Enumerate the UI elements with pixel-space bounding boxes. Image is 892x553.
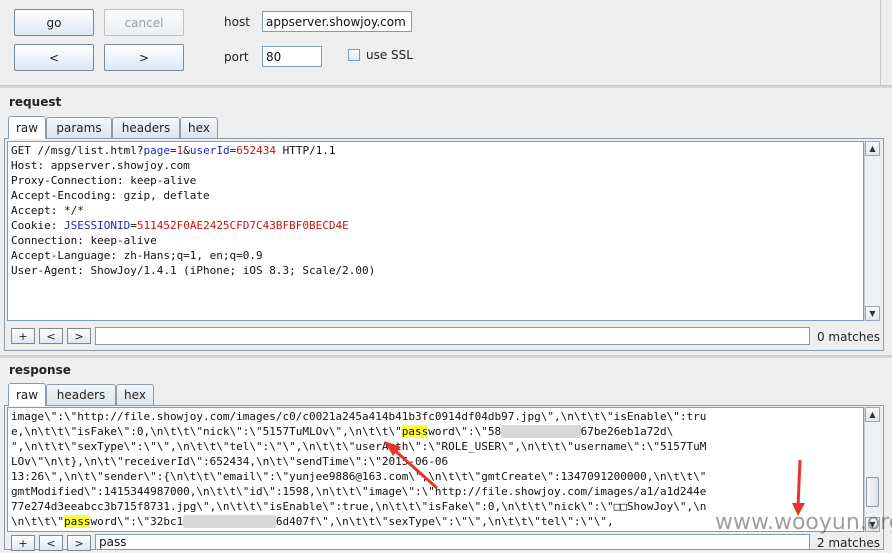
search-highlight: pass bbox=[63, 515, 91, 528]
cancel-button[interactable]: cancel bbox=[104, 9, 184, 36]
redacted-text: f08e77ab12c90d bbox=[183, 515, 276, 528]
request-text-segment: userId bbox=[189, 144, 230, 157]
request-text-segment: 511452F0AE2425CFD7C43BFBF0BECD4E bbox=[136, 219, 349, 232]
request-line: Accept-Encoding: gzip, deflate bbox=[11, 188, 860, 203]
request-text-segment: Accept-Language: zh-Hans;q=1, en;q=0.9 bbox=[11, 249, 263, 262]
request-text-segment: Accept: */* bbox=[11, 204, 84, 217]
request-text-segment: Connection: keep-alive bbox=[11, 234, 157, 247]
request-line: Connection: keep-alive bbox=[11, 233, 860, 248]
request-raw-text[interactable]: GET //msg/list.html?page=1&userId=652434… bbox=[7, 141, 864, 321]
response-text-segment: 6d407f\",\n\t\t\"sexType\":\"\",\n\t\t\"… bbox=[275, 515, 614, 528]
response-text-segment: word\":\"58 bbox=[428, 425, 502, 438]
scroll-up-arrow-icon[interactable]: ▲ bbox=[865, 407, 880, 422]
response-search-add-button[interactable]: + bbox=[11, 535, 35, 551]
response-text-segment: image\":\"http://file.showjoy.com/images… bbox=[11, 410, 707, 423]
request-text-segment: Host: appserver.showjoy.com bbox=[11, 159, 190, 172]
use-ssl-checkbox[interactable] bbox=[348, 49, 360, 61]
response-text-segment: gmtModified\":1415344987000,\n\t\t\"id\"… bbox=[11, 485, 707, 498]
response-text-segment: word\":\"32bc1 bbox=[90, 515, 184, 528]
go-button[interactable]: go bbox=[14, 9, 94, 36]
scroll-up-arrow-icon[interactable]: ▲ bbox=[865, 141, 880, 156]
host-label: host bbox=[224, 15, 250, 29]
response-text-segment: 13:26\",\n\t\"sender\":{\n\t\t\"email\":… bbox=[11, 470, 707, 483]
response-search-next-button[interactable]: > bbox=[67, 535, 91, 551]
request-section-title: request bbox=[9, 95, 62, 109]
request-text-segment: = bbox=[130, 219, 137, 232]
request-tab-headers[interactable]: headers bbox=[112, 117, 180, 138]
scroll-down-arrow-icon[interactable]: ▼ bbox=[865, 306, 880, 321]
request-text-segment: Accept-Encoding: gzip, deflate bbox=[11, 189, 210, 202]
host-input[interactable] bbox=[262, 11, 412, 32]
port-input[interactable] bbox=[262, 46, 322, 67]
response-tab-raw[interactable]: raw bbox=[8, 383, 46, 406]
request-text-segment: HTTP/1.1 bbox=[275, 144, 336, 157]
response-line: LOv\"\n\t},\n\t\"receiverId\":652434,\n\… bbox=[11, 454, 860, 469]
request-text-segment: & bbox=[183, 144, 190, 157]
request-line: Proxy-Connection: keep-alive bbox=[11, 173, 860, 188]
next-button[interactable]: > bbox=[104, 44, 184, 71]
response-line: gmtModified\":1415344987000,\n\t\t\"id\"… bbox=[11, 484, 860, 499]
request-search-add-button[interactable]: + bbox=[11, 328, 35, 344]
request-text-segment: page bbox=[143, 144, 170, 157]
response-tab-headers[interactable]: headers bbox=[46, 384, 116, 405]
response-tab-hex[interactable]: hex bbox=[116, 384, 154, 405]
request-response-separator[interactable] bbox=[0, 355, 892, 358]
use-ssl-label: use SSL bbox=[366, 48, 413, 62]
response-text-segment: LOv\"\n\t},\n\t\"receiverId\":652434,\n\… bbox=[11, 455, 449, 468]
request-line: Accept-Language: zh-Hans;q=1, en;q=0.9 bbox=[11, 248, 860, 263]
watermark-text: www.wooyun.org bbox=[715, 510, 892, 535]
response-line: e,\n\t\t\"isFake\":0,\n\t\t\"nick\":\"51… bbox=[11, 424, 860, 439]
request-text-segment: User-Agent: ShowJoy/1.4.1 (iPhone; iOS 8… bbox=[11, 264, 376, 277]
redacted-text: 3a7c1b4e92f0 bbox=[501, 425, 581, 438]
response-text-segment: ",\n\t\t\"sexType\":\"\",\n\t\t\"tel\":\… bbox=[11, 440, 707, 453]
response-section-title: response bbox=[9, 363, 71, 377]
request-tab-hex[interactable]: hex bbox=[180, 117, 218, 138]
port-label: port bbox=[224, 50, 249, 64]
request-line: Accept: */* bbox=[11, 203, 860, 218]
response-scroll-thumb[interactable] bbox=[866, 477, 879, 507]
response-text-segment: \n\t\t\" bbox=[11, 515, 64, 528]
top-right-divider bbox=[880, 0, 881, 85]
request-line: Host: appserver.showjoy.com bbox=[11, 158, 860, 173]
request-vertical-scrollbar[interactable]: ▲ ▼ bbox=[864, 141, 880, 321]
request-text-segment: Proxy-Connection: keep-alive bbox=[11, 174, 197, 187]
response-search-previous-button[interactable]: < bbox=[39, 535, 63, 551]
response-line: image\":\"http://file.showjoy.com/images… bbox=[11, 409, 860, 424]
request-tab-raw[interactable]: raw bbox=[8, 116, 46, 139]
request-text-segment: 652434 bbox=[236, 144, 276, 157]
request-line: Cookie: JSESSIONID=511452F0AE2425CFD7C43… bbox=[11, 218, 860, 233]
previous-button[interactable]: < bbox=[14, 44, 94, 71]
response-match-count: 2 matches bbox=[816, 536, 880, 550]
response-line: ",\n\t\t\"sexType\":\"\",\n\t\t\"tel\":\… bbox=[11, 439, 860, 454]
search-highlight: pass bbox=[401, 425, 429, 438]
response-text-segment: 67be26eb1a72d\ bbox=[580, 425, 674, 438]
request-text-segment: = bbox=[169, 144, 177, 157]
request-tab-params[interactable]: params bbox=[46, 117, 112, 138]
request-text-segment: GET //msg/list.html? bbox=[11, 144, 144, 157]
response-line: 13:26\",\n\t\"sender\":{\n\t\t\"email\":… bbox=[11, 469, 860, 484]
response-search-input[interactable] bbox=[95, 534, 810, 550]
request-search-previous-button[interactable]: < bbox=[39, 328, 63, 344]
response-text-segment: e,\n\t\t\"isFake\":0,\n\t\t\"nick\":\"51… bbox=[11, 425, 402, 438]
request-line: GET //msg/list.html?page=1&userId=652434… bbox=[11, 143, 860, 158]
request-search-next-button[interactable]: > bbox=[67, 328, 91, 344]
toolbar-separator bbox=[0, 85, 892, 88]
request-text-segment: Cookie: bbox=[11, 219, 64, 232]
request-text-segment: JSESSIONID bbox=[63, 219, 131, 232]
request-search-input[interactable] bbox=[95, 327, 810, 345]
request-match-count: 0 matches bbox=[816, 330, 880, 344]
response-text-segment: 77e274d3eeabcc3b715f8731.jpg\",\n\t\t\"i… bbox=[11, 500, 707, 513]
request-line: User-Agent: ShowJoy/1.4.1 (iPhone; iOS 8… bbox=[11, 263, 860, 278]
